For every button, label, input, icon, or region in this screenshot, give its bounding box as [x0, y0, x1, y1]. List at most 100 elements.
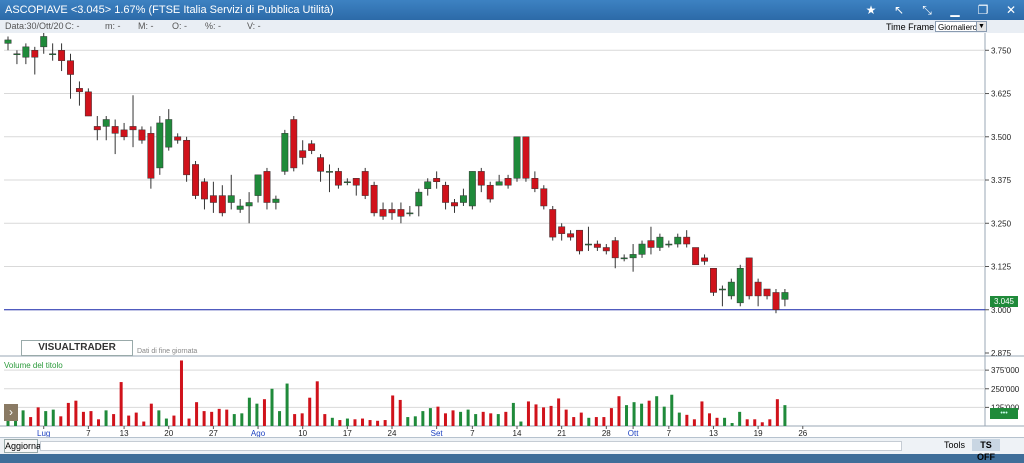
candle-body — [433, 178, 441, 183]
time-tick-label: 24 — [388, 429, 397, 437]
candle-body — [388, 209, 396, 214]
horizontal-scrollbar[interactable] — [40, 441, 902, 451]
candle-body — [442, 184, 450, 203]
volume-bar — [270, 388, 274, 426]
time-tick-label: Lug — [37, 429, 50, 437]
price-chart[interactable]: 3.750 3.625 3.500 3.375 3.250 3.125 3.000 2.875… — [0, 33, 1024, 437]
candle-body — [486, 184, 494, 200]
candle-body — [549, 209, 557, 238]
volume-bar — [104, 410, 108, 426]
info-max: M: - — [138, 21, 154, 31]
volume-bar — [51, 409, 55, 426]
candle-body — [84, 91, 92, 117]
expand-panel-arrow-icon[interactable]: › — [4, 404, 18, 421]
volume-bar — [481, 411, 485, 426]
volume-bar — [723, 417, 727, 426]
candle-body — [343, 181, 351, 184]
star-icon[interactable]: ★ — [862, 1, 880, 19]
volume-bar — [119, 382, 123, 426]
candle-body — [120, 129, 128, 138]
volume-bar — [526, 401, 530, 426]
candle-body — [576, 229, 583, 252]
volume-bar — [172, 415, 176, 426]
volume-bar — [428, 408, 432, 426]
close-icon[interactable]: ✕ — [1002, 1, 1020, 19]
volume-bar — [474, 414, 478, 426]
end-of-day-note: Dati di fine giornata — [137, 348, 198, 355]
volume-bar — [504, 411, 508, 426]
volume-bar — [285, 383, 289, 426]
visualtrader-logo: VISUALTRADER — [21, 340, 133, 356]
candle-body — [468, 171, 476, 207]
volume-bar — [602, 417, 606, 426]
time-tick-label: 26 — [798, 429, 807, 437]
info-date: Data:30/Ott/20 — [5, 21, 64, 31]
minimize-icon[interactable]: ▁ — [946, 1, 964, 19]
time-tick-label: Ott — [628, 429, 639, 437]
volume-bar — [406, 417, 410, 426]
volume-bar — [278, 411, 282, 426]
timeframe-value: Giornaliero — [938, 23, 978, 32]
candle-body — [370, 184, 378, 214]
candle-body — [102, 119, 110, 127]
candle-body — [361, 171, 369, 196]
volume-bar — [760, 422, 764, 426]
candle-body — [263, 171, 271, 203]
volume-bar — [692, 419, 696, 426]
time-tick-label: Ago — [251, 429, 266, 437]
volume-bar — [112, 414, 116, 426]
volume-bar — [308, 397, 312, 426]
volume-bar — [89, 411, 93, 426]
volume-tick-label: 375'000 — [991, 366, 1020, 375]
volume-bar — [534, 404, 538, 426]
volume-bar — [730, 423, 734, 426]
window-title: ASCOPIAVE <3.045> 1.67% (FTSE Italia Ser… — [5, 4, 334, 16]
tools-button[interactable]: Tools — [944, 439, 965, 451]
volume-bar — [617, 396, 621, 426]
volume-bar — [421, 411, 425, 426]
title-bar: ASCOPIAVE <3.045> 1.67% (FTSE Italia Ser… — [0, 0, 1024, 20]
candle-body — [281, 133, 289, 172]
candle-body — [352, 178, 360, 186]
candle-body — [558, 226, 566, 234]
ts-off-button[interactable]: TS OFF — [972, 439, 1000, 462]
volume-bar — [323, 414, 327, 426]
volume-bar — [247, 397, 251, 426]
volume-bar — [451, 410, 455, 426]
restore-icon[interactable]: ❐ — [974, 1, 992, 19]
candle-body — [75, 88, 83, 93]
volume-bar — [753, 419, 757, 426]
volume-bar — [579, 412, 583, 426]
volume-bar — [775, 399, 779, 426]
volume-bar — [338, 420, 342, 426]
candle-body — [620, 257, 628, 260]
volume-bar — [97, 419, 101, 426]
volume-bar — [557, 398, 561, 426]
volume-bar — [436, 406, 440, 426]
timeframe-select[interactable]: Giornaliero ▼ — [935, 21, 987, 32]
volume-bar — [179, 360, 183, 426]
time-tick-label: 21 — [557, 429, 566, 437]
arrow-diagonal-icon[interactable]: ↖ — [890, 1, 908, 19]
candle-body — [379, 209, 387, 217]
candle-body — [156, 122, 164, 169]
candle-body — [397, 209, 405, 217]
candle-body — [531, 178, 539, 189]
candle-body — [772, 292, 780, 311]
volume-bar — [398, 399, 402, 426]
time-tick-label: 17 — [343, 429, 352, 437]
volume-bar — [225, 409, 229, 426]
candle-body — [585, 243, 592, 246]
candle-body — [638, 243, 646, 255]
time-tick-label: 13 — [709, 429, 718, 437]
time-tick-label: 10 — [298, 429, 307, 437]
volume-bar — [391, 395, 395, 426]
volume-bar — [345, 418, 349, 426]
candle-body — [674, 236, 682, 245]
candle-body — [736, 267, 744, 304]
expand-arrow-icon[interactable]: ⤡ — [918, 1, 936, 19]
update-button[interactable]: Aggiorna — [4, 439, 41, 453]
volume-bar — [640, 403, 644, 426]
volume-bar — [677, 412, 681, 426]
volume-bar — [134, 412, 138, 426]
